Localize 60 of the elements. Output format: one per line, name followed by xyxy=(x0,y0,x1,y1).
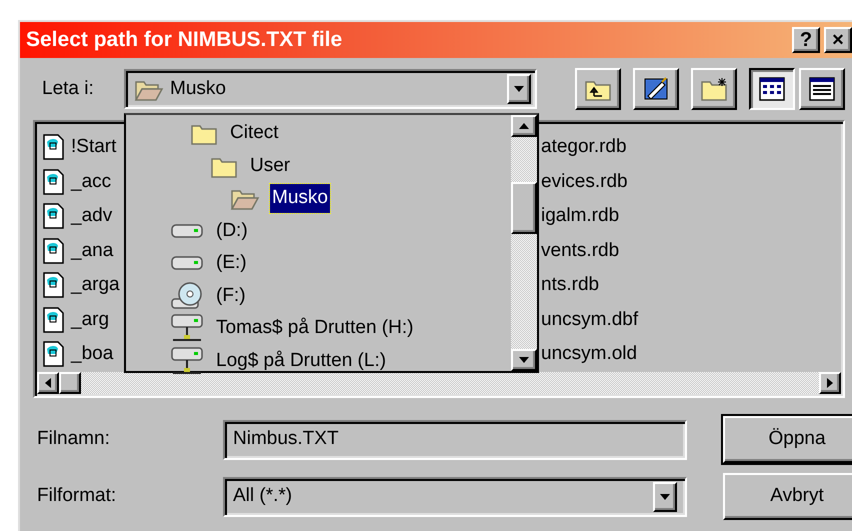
scroll-left-icon[interactable] xyxy=(37,372,59,394)
details-view-icon xyxy=(808,76,836,102)
file-name-label: Filnamn: xyxy=(37,427,111,452)
file-name[interactable]: !Start xyxy=(71,133,116,162)
menu-item[interactable]: (D:) xyxy=(214,216,250,245)
title-bar-button[interactable]: ? xyxy=(792,27,820,53)
file-icon xyxy=(41,202,65,230)
file-name[interactable]: _acc xyxy=(71,168,112,196)
menu-item[interactable]: Citect xyxy=(228,119,281,148)
menu-item[interactable]: Log$ på Drutten (L:) xyxy=(214,346,388,375)
new-folder-icon xyxy=(700,76,728,102)
file-icon xyxy=(41,271,65,300)
desktop-button[interactable] xyxy=(633,68,679,110)
file-name[interactable]: igalm.rdb xyxy=(541,202,620,230)
scroll-up-icon[interactable] xyxy=(511,115,537,137)
scroll-down-icon[interactable] xyxy=(511,349,537,371)
file-icon xyxy=(41,306,65,334)
list-view-button[interactable] xyxy=(749,68,795,110)
look-in-label: Leta i: xyxy=(42,76,95,101)
file-name[interactable]: vents.rdb xyxy=(541,236,620,265)
file-icon xyxy=(41,236,65,265)
file-name[interactable]: _arga xyxy=(71,271,120,300)
file-name[interactable]: uncsym.old xyxy=(541,340,638,368)
network-drive-icon xyxy=(170,346,204,376)
file-icon xyxy=(41,340,65,368)
scroll-right-icon[interactable] xyxy=(819,372,841,394)
file-type-label: Filformat: xyxy=(37,484,118,508)
file-name-field[interactable]: Nimbus.TXT xyxy=(223,420,687,460)
list-view-icon xyxy=(758,76,786,102)
window-title: Select path for NIMBUS.TXT file xyxy=(26,27,342,54)
file-name[interactable]: _adv xyxy=(71,202,112,230)
file-name[interactable]: _arg xyxy=(71,306,110,334)
menu-item[interactable]: Tomas$ på Drutten (H:) xyxy=(214,314,416,342)
look-in-dropdown[interactable]: Musko xyxy=(124,69,537,109)
desktop-icon xyxy=(642,76,670,102)
file-name[interactable]: _ana xyxy=(71,236,114,265)
dialog-button[interactable]: Avbryt xyxy=(723,473,852,520)
cd-drive-icon xyxy=(170,280,204,311)
up-folder-button[interactable] xyxy=(575,68,621,110)
file-type-dropdown[interactable]: All (*.*) xyxy=(223,476,687,516)
network-drive-icon xyxy=(170,313,204,344)
file-name[interactable]: uncsym.dbf xyxy=(541,306,638,334)
file-icon xyxy=(41,168,65,196)
details-view-button[interactable] xyxy=(799,68,845,110)
file-name[interactable]: _boa xyxy=(71,340,114,368)
file-name[interactable]: ategor.rdb xyxy=(541,133,627,162)
title-bar-button[interactable]: × xyxy=(824,27,852,53)
file-icon xyxy=(41,133,65,162)
dialog-button[interactable]: Öppna xyxy=(723,416,852,463)
file-name[interactable]: evices.rdb xyxy=(541,168,628,196)
vertical-scrollbar[interactable] xyxy=(511,115,537,371)
scrollbar-thumb[interactable] xyxy=(59,372,81,394)
horizontal-scrollbar[interactable] xyxy=(37,372,841,394)
menu-item[interactable]: User xyxy=(248,152,292,180)
menu-item[interactable]: Musko xyxy=(270,184,330,212)
menu-item[interactable]: (E:) xyxy=(214,249,249,278)
new-folder-button[interactable] xyxy=(691,68,737,110)
menu-item[interactable]: (F:) xyxy=(214,282,248,310)
scrollbar-thumb[interactable] xyxy=(511,182,537,234)
file-name[interactable]: nts.rdb xyxy=(541,271,600,300)
